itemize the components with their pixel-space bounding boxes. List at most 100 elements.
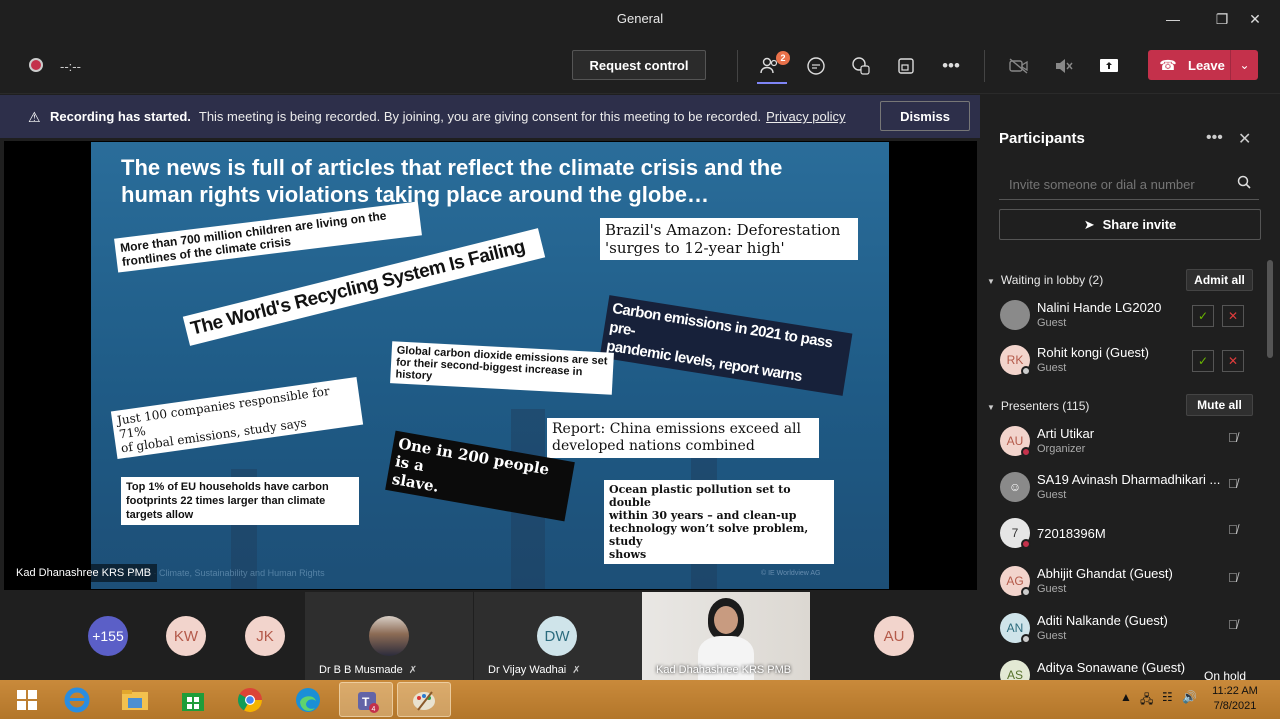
headline-amazon: Brazil's Amazon: Deforestation 'surges t… (600, 218, 858, 260)
edge-icon[interactable] (281, 682, 335, 717)
system-clock[interactable]: 11:22 AM 7/8/2021 (1200, 684, 1270, 714)
admit-check-icon[interactable]: ✓ (1192, 305, 1214, 327)
reactions-icon[interactable] (848, 53, 874, 79)
network-icon[interactable]: 🖧 (1140, 690, 1153, 711)
tile-label: Dr B B Musmade ✗ (319, 664, 418, 676)
more-options-icon[interactable]: ••• (1206, 129, 1223, 147)
headline-companies: Just 100 companies responsible for 71% o… (110, 376, 364, 460)
close-icon[interactable]: ✕ (1238, 129, 1251, 149)
presenter-item[interactable]: AG Abhijit Ghandat (Guest) Guest 🎙̸ (980, 560, 1280, 606)
camera-off-icon[interactable] (1006, 53, 1032, 79)
invite-input[interactable] (999, 170, 1229, 198)
deny-x-icon[interactable]: ✕ (1222, 305, 1244, 327)
slide-footer: 2021 · Climate, Sustainability and Human… (131, 568, 325, 578)
video-tile[interactable]: Dr B B Musmade ✗ (305, 592, 473, 680)
lobby-participant[interactable]: RK Rohit kongi (Guest) Guest ✓ ✕ (980, 339, 1280, 385)
presenter-item[interactable]: AN Aditi Nalkande (Guest) Guest 🎙̸ (980, 607, 1280, 653)
lobby-participant[interactable]: Nalini Hande LG2020 Guest ✓ ✕ (980, 294, 1280, 340)
privacy-policy-link[interactable]: Privacy policy (766, 109, 845, 124)
headline-co2: Global carbon dioxide emissions are set … (390, 341, 614, 395)
presenter-item[interactable]: 7 72018396M 🎙̸ (980, 512, 1280, 558)
toolbar-divider (984, 50, 985, 82)
avatar (1000, 300, 1030, 330)
request-control-button[interactable]: Request control (572, 50, 706, 80)
caret-down-icon: ▼ (987, 403, 995, 412)
overflow-participants-button[interactable]: +155 (88, 616, 128, 656)
windows-start-icon[interactable] (0, 682, 54, 717)
status-dot (1021, 634, 1031, 644)
avatar[interactable]: AU (874, 616, 914, 656)
slide-credit: © IE Worldview AG (761, 570, 821, 577)
chat-icon[interactable] (803, 53, 829, 79)
leave-label: Leave (1188, 57, 1225, 73)
mute-all-button[interactable]: Mute all (1186, 394, 1253, 416)
svg-text:T: T (362, 695, 370, 709)
video-tile[interactable]: DW Dr Vijay Wadhai ✗ (474, 592, 642, 680)
admit-check-icon[interactable]: ✓ (1192, 350, 1214, 372)
file-explorer-icon[interactable] (108, 682, 162, 717)
tray-chevron-icon[interactable]: ▲ (1120, 690, 1132, 704)
recording-icon (29, 58, 43, 72)
leave-button[interactable]: ☎ Leave ⌄ (1148, 50, 1258, 80)
admit-all-button[interactable]: Admit all (1186, 269, 1253, 291)
mic-off-icon: ✗ (572, 665, 581, 676)
caret-down-icon: ▼ (987, 277, 995, 286)
avatar: ☺ (1000, 472, 1030, 502)
teams-icon[interactable]: T4 (339, 682, 393, 717)
headline-carbon-emissions: Carbon emissions in 2021 to pass pre- pa… (599, 295, 853, 396)
share-icon: ➤ (1083, 216, 1095, 232)
headline-children: More than 700 million children are livin… (114, 201, 422, 273)
lobby-section-header[interactable]: ▼ Waiting in lobby (2) (987, 273, 1103, 287)
more-actions-icon[interactable]: ••• (938, 53, 964, 79)
presenters-section-header[interactable]: ▼ Presenters (115) (987, 399, 1089, 413)
share-screen-icon[interactable] (1096, 53, 1122, 79)
windows-taskbar: T4 ▲ 🖧 ☷ 🔊 11:22 AM 7/8/2021 (0, 680, 1280, 719)
avatar: DW (537, 616, 577, 656)
headline-china: Report: China emissions exceed all devel… (547, 418, 819, 458)
headline-ocean-plastic: Ocean plastic pollution set to double wi… (604, 480, 834, 564)
status-dot (1021, 366, 1031, 376)
rooms-icon[interactable] (893, 53, 919, 79)
mic-off-icon: 🎙̸ (1228, 570, 1238, 585)
meeting-timer: --:-- (60, 59, 81, 74)
banner-heading: Recording has started. (50, 109, 191, 124)
chrome-icon[interactable] (223, 682, 277, 717)
paint-icon[interactable] (397, 682, 451, 717)
internet-explorer-icon[interactable] (50, 682, 104, 717)
mic-off-icon: ✗ (408, 665, 418, 676)
presenter-item[interactable]: AU Arti Utikar Organizer 🎙̸ (980, 420, 1280, 466)
banner-message: This meeting is being recorded. By joini… (198, 109, 762, 124)
shared-slide: The news is full of articles that reflec… (91, 142, 889, 589)
video-tile[interactable]: Kad Dhahashree KRS PMB (642, 592, 810, 680)
window-titlebar: General — ❐ ✕ (0, 0, 1280, 38)
wifi-icon[interactable]: ☷ (1162, 690, 1173, 704)
presenter-name-label: Kad Dhanashree KRS PMB (10, 564, 158, 582)
tile-label: Kad Dhahashree KRS PMB (656, 664, 792, 676)
active-tab-indicator (757, 82, 787, 84)
slide-title: The news is full of articles that reflec… (121, 155, 783, 207)
volume-icon[interactable]: 🔊 (1182, 690, 1197, 704)
avatar[interactable]: KW (166, 616, 206, 656)
phone-hangup-icon: ☎ (1159, 56, 1177, 73)
headline-eu-households: Top 1% of EU households have carbon foot… (121, 477, 359, 525)
window-title: General (616, 11, 664, 26)
store-icon[interactable] (166, 682, 220, 717)
video-gallery: +155 KW JK Dr B B Musmade ✗ DW Dr Vijay W… (0, 592, 980, 680)
close-icon[interactable]: ✕ (1244, 8, 1266, 30)
presenter-item[interactable]: ☺ SA19 Avinash Dharmadhikari ... Guest 🎙… (980, 466, 1280, 512)
mic-off-icon[interactable] (1051, 53, 1077, 79)
share-invite-button[interactable]: ➤ Share invite (999, 209, 1261, 240)
avatar (369, 616, 409, 656)
status-dot (1021, 539, 1031, 549)
search-icon[interactable] (1237, 175, 1251, 192)
minimize-icon[interactable]: — (1162, 8, 1184, 30)
mic-off-icon: 🎙̸ (1228, 617, 1238, 632)
panel-scrollbar[interactable] (1267, 260, 1273, 358)
deny-x-icon[interactable]: ✕ (1222, 350, 1244, 372)
panel-title: Participants (999, 130, 1085, 147)
status-dot (1021, 447, 1031, 457)
avatar[interactable]: JK (245, 616, 285, 656)
maximize-icon[interactable]: ❐ (1211, 8, 1233, 30)
chevron-down-icon[interactable]: ⌄ (1230, 50, 1258, 80)
dismiss-button[interactable]: Dismiss (880, 101, 970, 131)
